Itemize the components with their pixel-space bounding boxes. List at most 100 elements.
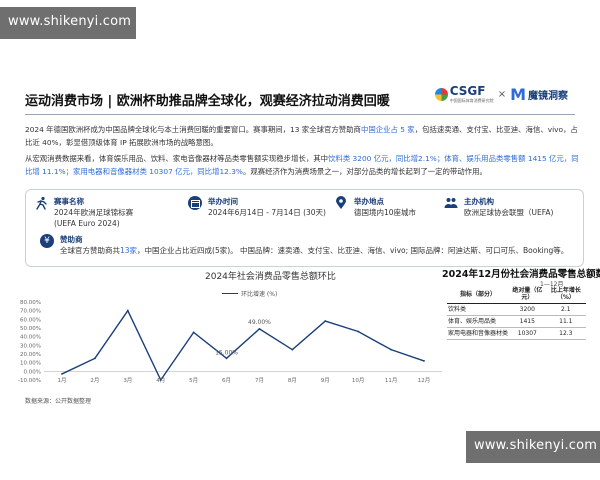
calendar-icon [188, 196, 202, 210]
event-name-value-1: 2024年欧洲足球锦标赛 [54, 208, 134, 217]
retail-data-table: 指标（部分） 绝对量（亿元） 比上年增长（%） 饮料类 3200 2.1 体育、… [447, 285, 586, 340]
macro-paragraph: 从宏观消费数据来看，体育娱乐用品、饮料、家电音像器材等品类零售额实现稳步增长，其… [25, 153, 580, 178]
y-tick-label: 40.00% [20, 335, 41, 341]
table-row: 饮料类 3200 2.1 [447, 303, 586, 316]
data-point [192, 331, 195, 334]
event-org-value: 欧洲足球协会联盟（UEFA) [464, 208, 554, 217]
yen-coin-icon: ¥ [40, 234, 54, 248]
sponsor-value-b: ，中国企业占比近四成(5家)。 中国品牌：速卖通、支付宝、比亚迪、海信、vivo… [137, 246, 569, 255]
table-cell-indicator: 体育、娱乐用品类 [447, 315, 509, 328]
intro-highlight: 中国企业占 5 家 [360, 125, 415, 134]
x-tick-label: 2月 [90, 377, 99, 384]
event-org-label: 主办机构 [464, 197, 494, 206]
title-divider [25, 114, 575, 115]
mirror-insight-logo: M 魔镜洞察 [510, 85, 568, 104]
table-header-indicator: 指标（部分） [447, 285, 509, 304]
y-tick-label: 70.00% [20, 309, 41, 315]
sponsor-cell: ¥ 赞助商 全球官方赞助商共13家，中国企业占比近四成(5家)。 中国品牌：速卖… [40, 234, 575, 256]
series-line [61, 309, 425, 382]
sponsor-value: 全球官方赞助商共13家，中国企业占比近四成(5家)。 中国品牌：速卖通、支付宝、… [60, 245, 568, 256]
legend-line-swatch [222, 292, 238, 295]
x-tick-label: 3月 [123, 377, 132, 384]
y-tick-label: 60.00% [20, 317, 41, 323]
mirror-logo-text: 魔镜洞察 [528, 90, 568, 102]
y-tick-label: -10.00% [18, 378, 41, 384]
logo-group: CSGF 中国国际体育消费研究院 × M 魔镜洞察 [434, 84, 568, 104]
data-point [61, 373, 63, 375]
x-tick-label: 7月 [255, 377, 264, 384]
data-point [126, 309, 129, 312]
data-label: 15.00% [215, 349, 238, 356]
y-tick-label: 50.00% [20, 326, 41, 332]
chart-title: 2024年社会消费品零售总额环比 [205, 272, 336, 282]
sponsor-count: 13家 [120, 246, 138, 255]
y-tick-label: 20.00% [20, 352, 41, 358]
table-header-amount: 绝对量（亿元） [509, 285, 546, 304]
event-time-cell: 举办时间 2024年6月14日 - 7月14日 (30天) [188, 196, 326, 218]
table-header-row: 指标（部分） 绝对量（亿元） 比上年增长（%） [447, 285, 586, 304]
people-icon [444, 196, 458, 210]
data-source-note: 数据来源：公开数据整理 [25, 398, 92, 405]
table-row: 家用电器和音像器材类 10307 12.3 [447, 327, 586, 340]
x-tick-label: 11月 [385, 377, 398, 384]
logo-separator: × [497, 88, 507, 100]
sponsor-value-a: 全球官方赞助商共 [60, 246, 120, 255]
event-place-cell: 举办地点 德国境内10座城市 [334, 196, 416, 218]
x-tick-label: 6月 [222, 377, 231, 384]
event-place-label: 举办地点 [354, 197, 384, 206]
csgf-logo: CSGF 中国国际体育消费研究院 [434, 84, 494, 104]
event-info-box: 赛事名称 2024年欧洲足球锦标赛 (UEFA Euro 2024) 举办时间 … [25, 189, 584, 267]
x-tick-label: 8月 [288, 377, 297, 384]
mirror-mark-icon: M [510, 84, 526, 104]
watermark-top: www.shikenyi.com [0, 7, 136, 39]
data-point [258, 327, 261, 330]
data-point [423, 360, 425, 362]
data-point [94, 357, 96, 360]
table-cell-growth: 11.1 [545, 315, 586, 328]
location-pin-icon [334, 196, 348, 210]
x-tick-label: 12月 [418, 377, 431, 384]
watermark-bottom: www.shikenyi.com [466, 431, 600, 463]
data-point [225, 357, 228, 360]
csgf-logo-subtext: 中国国际体育消费研究院 [449, 98, 494, 103]
x-tick-label: 10月 [352, 377, 365, 384]
y-tick-label: 0.00% [24, 369, 41, 375]
event-time-value: 2024年6月14日 - 7月14日 (30天) [208, 208, 326, 217]
table-cell-indicator: 饮料类 [447, 303, 509, 316]
y-tick-label: 30.00% [20, 343, 41, 349]
table-cell-amount: 10307 [509, 327, 546, 340]
table-cell-amount: 1415 [509, 315, 546, 328]
data-point [390, 348, 392, 351]
x-tick-label: 9月 [321, 377, 330, 384]
table-cell-growth: 12.3 [545, 327, 586, 340]
table-title: 2024年12月份社会消费品零售总额数据 [442, 269, 600, 280]
table-header-growth: 比上年增长（%） [545, 285, 586, 304]
macro-text-a: 从宏观消费数据来看，体育娱乐用品、饮料、家电音像器材等品类零售额实现稳步增长，其… [25, 154, 329, 163]
macro-text-c: 。观赛经济作为消费场景之一，对部分品类的增长起到了一定的带动作用。 [242, 166, 487, 176]
intro-paragraph: 2024 年德国欧洲杯成为中国品牌全球化与本土消费回暖的重要窗口。赛事期间，13… [25, 124, 580, 149]
page-title: 运动消费市场 | 欧洲杯助推品牌全球化，观赛经济拉动消费回暖 [25, 94, 390, 109]
x-tick-label: 4月 [156, 377, 165, 384]
table-cell-indicator: 家用电器和音像器材类 [447, 327, 509, 340]
x-tick-label: 1月 [58, 377, 67, 384]
y-tick-label: 80.00% [20, 300, 41, 306]
csgf-logo-text: CSGF [449, 84, 486, 98]
event-name-value-2: (UEFA Euro 2024) [54, 219, 120, 228]
event-org-cell: 主办机构 欧洲足球协会联盟（UEFA) [444, 196, 553, 218]
data-point [357, 330, 360, 333]
data-point [291, 348, 294, 351]
data-label: 49.00% [248, 319, 271, 326]
data-point [324, 320, 327, 322]
table-cell-growth: 2.1 [545, 303, 586, 316]
x-tick-label: 5月 [189, 377, 198, 384]
event-place-value: 德国境内10座城市 [354, 208, 417, 217]
y-tick-label: 10.00% [20, 361, 41, 367]
event-name-cell: 赛事名称 2024年欧洲足球锦标赛 (UEFA Euro 2024) [34, 196, 133, 229]
sponsor-label: 赞助商 [60, 235, 83, 244]
csgf-mark-icon [434, 87, 448, 101]
intro-text-a: 2024 年德国欧洲杯成为中国品牌全球化与本土消费回暖的重要窗口。赛事期间，13… [25, 125, 361, 134]
event-name-label: 赛事名称 [54, 197, 84, 206]
table-cell-amount: 3200 [509, 303, 546, 316]
table-row: 体育、娱乐用品类 1415 11.1 [447, 315, 586, 328]
runner-icon [34, 196, 48, 210]
